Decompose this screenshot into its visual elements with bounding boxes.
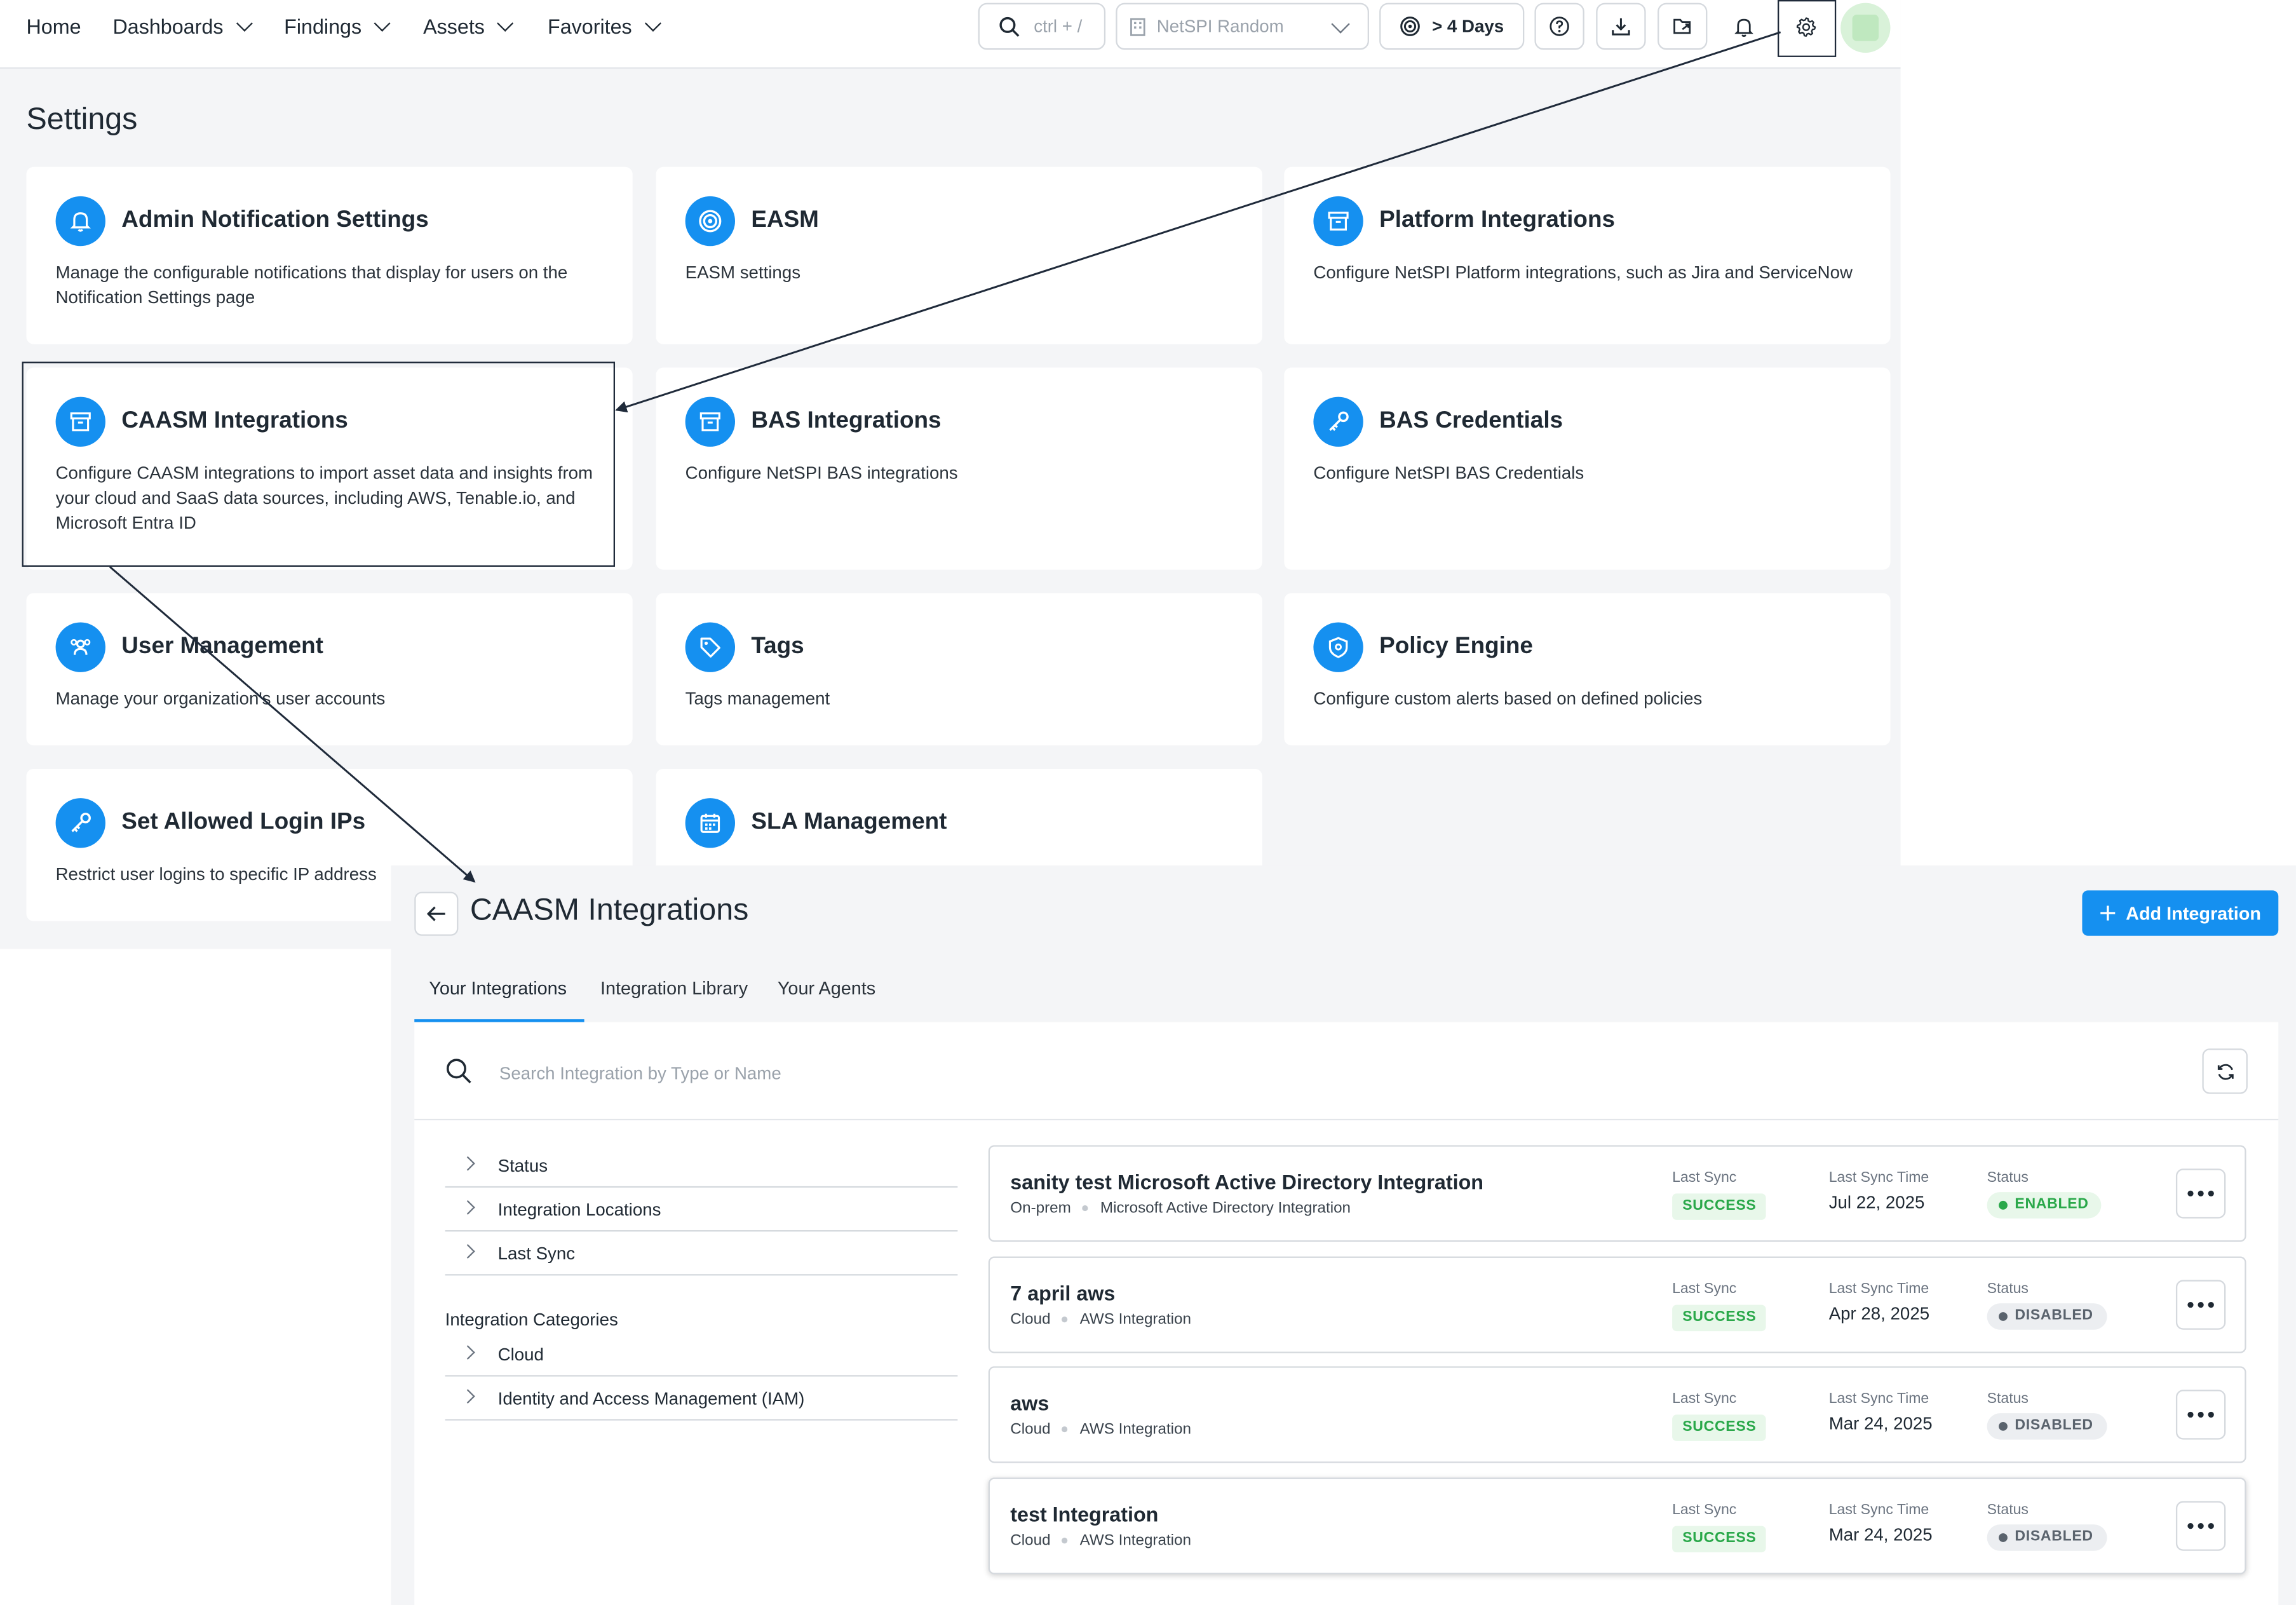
annotation-arrows — [109, 31, 1781, 883]
arrow-card-to-caasm-page — [109, 565, 476, 883]
arrow-gear-to-caasm-card — [615, 31, 1781, 413]
